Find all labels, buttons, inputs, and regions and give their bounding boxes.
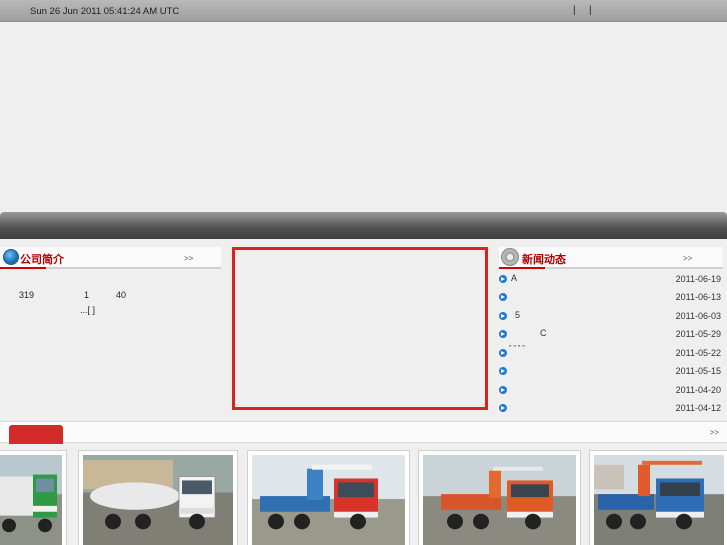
truck-photo-blue-crane-icon (594, 455, 724, 545)
news-item[interactable]: 2011-05-15 (499, 363, 723, 381)
center-feature-frame (232, 247, 488, 410)
arrow-bullet-icon (499, 330, 507, 338)
truck-photo-green-icon (0, 455, 62, 545)
news-item[interactable]: " " " " 2011-05-22 (499, 345, 723, 363)
top-bar: Sun 26 Jun 2011 05:41:24 AM UTC | | (0, 0, 727, 22)
gear-icon (501, 248, 519, 266)
news-item-date: 2011-04-20 (675, 385, 721, 395)
header-underline (0, 267, 46, 269)
truck-photo-orange-crane-icon (423, 455, 576, 545)
truck-photo-white-tanker-icon (83, 455, 233, 545)
products-tab[interactable] (9, 425, 63, 444)
news-item-title[interactable]: " " " " (509, 345, 525, 352)
top-link-separator: | (573, 5, 576, 16)
current-datetime: Sun 26 Jun 2011 05:41:24 AM UTC (30, 6, 180, 17)
product-thumbnail[interactable] (0, 450, 67, 545)
product-thumbnail[interactable] (418, 450, 581, 545)
arrow-bullet-icon (499, 349, 507, 357)
news-panel-header: 新闻动态 >> (499, 247, 723, 269)
products-more-link[interactable]: >> (710, 428, 719, 437)
news-item-title[interactable]: A (511, 273, 517, 283)
news-item[interactable]: 2011-04-20 (499, 382, 723, 400)
news-item-date: 2011-05-15 (675, 366, 721, 376)
about-text-fragment: 1 (84, 290, 90, 300)
about-read-more-link[interactable]: ...[ ] (80, 305, 95, 315)
news-item-date: 2011-05-29 (675, 329, 721, 339)
arrow-bullet-icon (499, 404, 507, 412)
news-item[interactable]: C 2011-05-29 (499, 326, 723, 344)
arrow-bullet-icon (499, 275, 507, 283)
news-panel-title: 新闻动态 (522, 254, 566, 266)
arrow-bullet-icon (499, 293, 507, 301)
arrow-bullet-icon (499, 386, 507, 394)
arrow-bullet-icon (499, 312, 507, 320)
product-thumbnail[interactable] (78, 450, 238, 545)
main-navigation-bar[interactable] (0, 212, 727, 239)
about-more-link[interactable]: >> (184, 254, 193, 263)
news-item-date: 2011-06-19 (675, 274, 721, 284)
news-item-title[interactable]: C (540, 328, 547, 338)
about-panel-header: 公司简介 >> (0, 247, 221, 269)
globe-icon (3, 249, 19, 265)
news-item[interactable]: A 2011-06-19 (499, 271, 723, 289)
news-item[interactable]: 5 2011-06-03 (499, 308, 723, 326)
news-item-date: 2011-06-03 (675, 311, 721, 321)
news-item-date: 2011-06-13 (675, 292, 721, 302)
news-more-link[interactable]: >> (683, 254, 692, 263)
news-item[interactable]: 2011-04-12 (499, 400, 723, 418)
news-item-date: 2011-04-12 (675, 403, 721, 413)
header-underline (499, 267, 545, 269)
product-thumbnail[interactable] (247, 450, 410, 545)
products-panel-header: >> (0, 421, 727, 444)
banner-area (0, 23, 727, 211)
top-link-separator: | (589, 5, 592, 16)
truck-photo-red-crane-icon (252, 455, 405, 545)
news-item-title[interactable]: 5 (515, 310, 520, 320)
arrow-bullet-icon (499, 367, 507, 375)
about-text-fragment: 40 (116, 290, 127, 300)
news-item-date: 2011-05-22 (675, 348, 721, 358)
news-item[interactable]: 2011-06-13 (499, 289, 723, 307)
about-text-fragment: 319 (19, 290, 35, 300)
about-panel-title: 公司简介 (20, 254, 64, 266)
product-thumbnail[interactable] (589, 450, 727, 545)
